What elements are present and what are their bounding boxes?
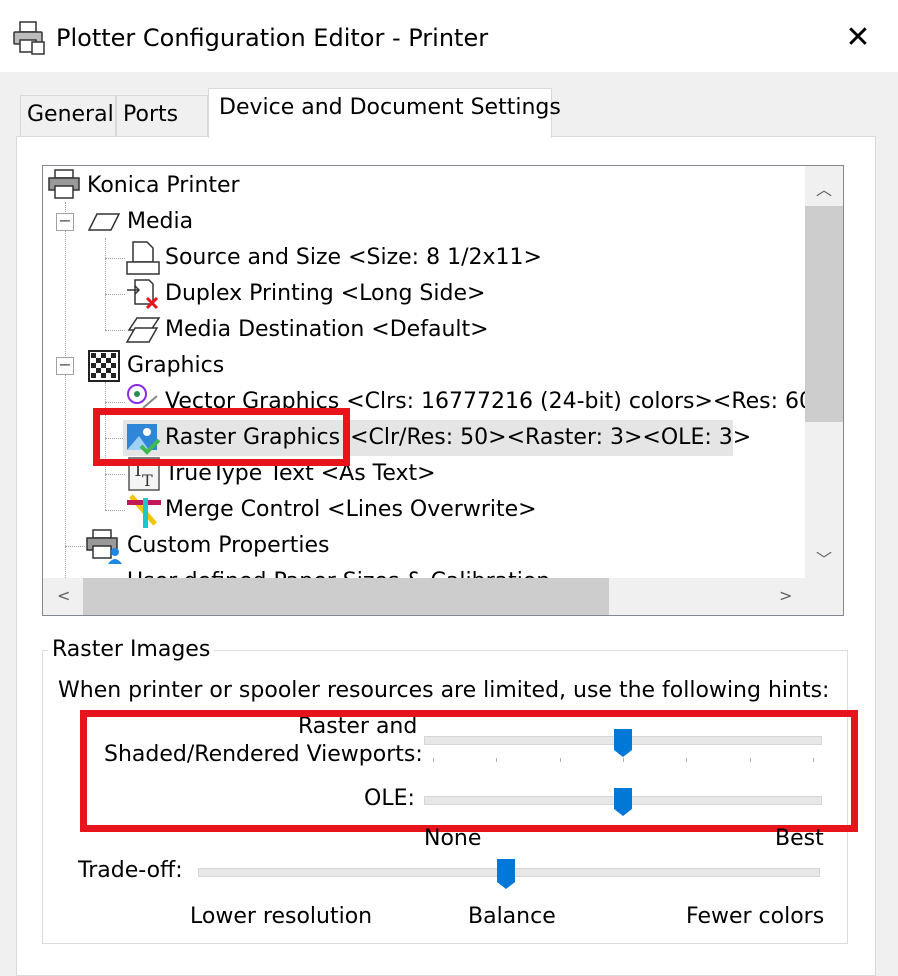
tree-item-label: Graphics	[127, 353, 225, 378]
window-title: Plotter Configuration Editor - Printer	[56, 24, 489, 52]
tree-item-label: Konica Printer	[87, 173, 240, 198]
none-label: None	[424, 826, 482, 851]
scroll-right-button[interactable]: >	[779, 586, 792, 605]
tab-ports[interactable]: Ports	[116, 95, 208, 137]
raster-images-legend: Raster Images	[48, 637, 215, 662]
printer-icon	[48, 169, 80, 199]
tree-line	[105, 510, 125, 511]
sliders-highlight	[80, 710, 858, 832]
raster-graphics-highlight	[93, 408, 350, 466]
settings-tree[interactable]: Konica Printer − Media Source and Size <…	[42, 165, 844, 616]
printer-user-icon	[86, 529, 122, 564]
tree-item-label: Source and Size <Size: 8 1/2x11>	[165, 245, 542, 270]
tree-item-media[interactable]: Media	[127, 204, 193, 240]
tradeoff-slider-thumb[interactable]	[496, 858, 516, 890]
checkerboard-icon	[88, 350, 120, 382]
tree-line	[105, 474, 125, 475]
paper-tray-icon	[126, 241, 160, 275]
tree-line	[105, 402, 125, 403]
scroll-left-button[interactable]: <	[57, 586, 70, 605]
vertical-scroll-thumb[interactable]	[805, 206, 843, 422]
tree-item-label: Merge Control <Lines Overwrite>	[165, 497, 537, 522]
hint-text: When printer or spooler resources are li…	[58, 678, 830, 703]
close-button[interactable]: ✕	[836, 18, 880, 58]
svg-text:T: T	[142, 471, 153, 490]
balance-label: Balance	[468, 904, 556, 929]
scroll-up-button[interactable]: ︿	[805, 176, 843, 200]
tree-item-custom-properties[interactable]: Custom Properties	[127, 528, 329, 564]
printer-icon	[13, 21, 45, 55]
title-bar: Plotter Configuration Editor - Printer ✕	[0, 0, 898, 72]
scroll-down-button[interactable]: ﹀	[805, 546, 843, 570]
horizontal-scrollbar[interactable]: < >	[43, 578, 843, 615]
tree-line	[105, 294, 125, 295]
tree-item-label: Custom Properties	[127, 533, 330, 558]
best-label: Best	[775, 826, 824, 851]
fewer-colors-label: Fewer colors	[686, 904, 825, 929]
tree-item-graphics[interactable]: Graphics	[127, 348, 224, 384]
tree-item-source-and-size[interactable]: Source and Size <Size: 8 1/2x11>	[165, 240, 542, 276]
tree-item-duplex-printing[interactable]: Duplex Printing <Long Side>	[165, 276, 485, 312]
tree-item-label: Duplex Printing <Long Side>	[165, 281, 486, 306]
horizontal-scroll-thumb[interactable]	[83, 578, 609, 615]
merge-lines-icon	[127, 494, 161, 528]
tree-line	[65, 546, 85, 547]
tree-item-label: Media Destination <Default>	[165, 317, 489, 342]
tree-item-merge-control[interactable]: Merge Control <Lines Overwrite>	[165, 492, 537, 528]
tree-item-value: <Clr/Res: 50><Raster: 3><OLE: 3>	[350, 425, 752, 450]
duplex-error-icon	[127, 279, 159, 310]
tree-line	[65, 202, 66, 594]
tree-line	[105, 330, 125, 331]
tab-general[interactable]: General	[20, 95, 116, 137]
tree-item-label: Media	[127, 209, 194, 234]
tradeoff-label: Trade-off:	[78, 858, 183, 883]
collapse-media-expander[interactable]: −	[56, 213, 74, 231]
tree-line	[105, 238, 106, 330]
tree-item-media-destination[interactable]: Media Destination <Default>	[165, 312, 489, 348]
collapse-graphics-expander[interactable]: −	[56, 357, 74, 375]
tab-device-and-document-settings[interactable]: Device and Document Settings	[208, 88, 561, 138]
stacked-sheets-icon	[125, 317, 161, 343]
lower-resolution-label: Lower resolution	[190, 904, 373, 929]
scrollbar-corner	[805, 578, 843, 615]
tree-item-konica-printer[interactable]: Konica Printer	[87, 168, 240, 204]
parallelogram-icon	[87, 213, 121, 231]
tree-line	[105, 258, 125, 259]
vertical-scrollbar[interactable]: ︿ ﹀	[805, 166, 843, 578]
